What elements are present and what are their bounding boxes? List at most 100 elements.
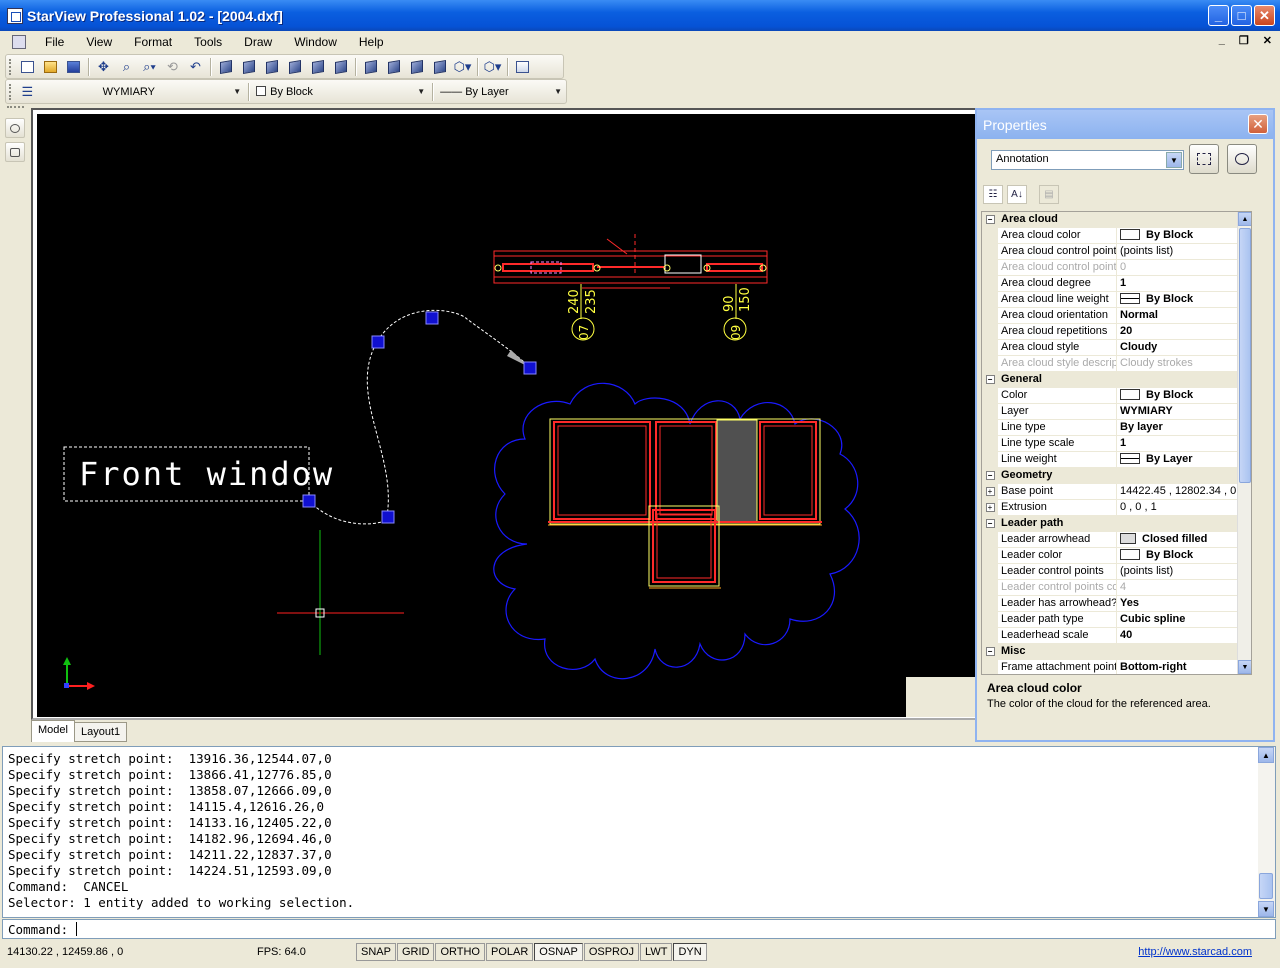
website-link[interactable]: http://www.starcad.com	[1138, 946, 1252, 958]
property-category[interactable]: − Area cloud	[982, 212, 1251, 228]
property-row[interactable]: Leader control points (points list)	[982, 564, 1251, 580]
sort-alphabetical-icon[interactable]: A↓	[1007, 185, 1027, 204]
toggle-osnap[interactable]: OSNAP	[534, 943, 583, 961]
maximize-button[interactable]: □	[1231, 5, 1252, 26]
leader-spline[interactable]	[308, 309, 530, 525]
property-row[interactable]: Area cloud line weight By Block	[982, 292, 1251, 308]
property-value[interactable]: 0 , 0 , 1	[1117, 500, 1251, 515]
property-category[interactable]: − Misc	[982, 644, 1251, 660]
property-value[interactable]: (points list)	[1117, 564, 1251, 579]
toggle-lwt[interactable]: LWT	[640, 943, 673, 961]
property-row[interactable]: Leader has arrowhead? Yes	[982, 596, 1251, 612]
open-folder-icon[interactable]	[40, 57, 61, 77]
save-icon[interactable]	[63, 57, 84, 77]
layer-dropdown[interactable]: WYMIARY ▼	[39, 82, 246, 101]
zoom-previous-icon[interactable]: ⟲	[162, 57, 183, 77]
zoom-dropdown-icon[interactable]: ⌕▾	[139, 57, 160, 77]
app-icon[interactable]	[7, 7, 23, 24]
iso-ne-icon[interactable]	[406, 57, 427, 77]
property-value[interactable]: Bottom-right	[1117, 660, 1251, 674]
menu-format[interactable]: Format	[123, 35, 183, 49]
view-right-icon[interactable]	[284, 57, 305, 77]
annotation-tool-icon[interactable]	[5, 142, 25, 162]
drawing-svg[interactable]: 240 235 07 90 150 09 Front window	[37, 114, 975, 717]
collapse-icon[interactable]: −	[985, 519, 995, 528]
expand-icon[interactable]: +	[985, 503, 995, 512]
menu-window[interactable]: Window	[283, 35, 348, 49]
iso-se-icon[interactable]	[383, 57, 404, 77]
color-dropdown[interactable]: By Block ▼	[252, 82, 429, 101]
properties-toggle-icon[interactable]	[512, 57, 533, 77]
quick-select-button[interactable]	[1227, 144, 1257, 174]
property-row[interactable]: Layer WYMIARY	[982, 404, 1251, 420]
view-front-icon[interactable]	[307, 57, 328, 77]
menu-view[interactable]: View	[75, 35, 123, 49]
linetype-dropdown[interactable]: —— By Layer ▼	[436, 82, 566, 101]
document-icon[interactable]	[12, 35, 26, 49]
property-value[interactable]: Normal	[1117, 308, 1251, 323]
property-value[interactable]: (points list)	[1117, 244, 1251, 259]
toolbar-grip[interactable]	[7, 106, 24, 114]
property-pages-icon[interactable]: ▤	[1039, 185, 1059, 204]
tab-model[interactable]: Model	[31, 720, 75, 742]
tab-layout1[interactable]: Layout1	[73, 722, 128, 742]
toggle-ortho[interactable]: ORTHO	[435, 943, 485, 961]
property-category[interactable]: − Leader path	[982, 516, 1251, 532]
property-value[interactable]: By Block	[1117, 228, 1251, 243]
toolbar-grip[interactable]	[9, 83, 12, 100]
history-scrollbar[interactable]: ▲ ▼	[1258, 747, 1275, 917]
property-row[interactable]: Area cloud repetitions 20	[982, 324, 1251, 340]
regen-icon[interactable]: ↶	[185, 57, 206, 77]
property-value[interactable]: Cubic spline	[1117, 612, 1251, 627]
property-row[interactable]: Leader color By Block	[982, 548, 1251, 564]
pan-icon[interactable]: ✥	[93, 57, 114, 77]
property-row[interactable]: + Extrusion 0 , 0 , 1	[982, 500, 1251, 516]
property-value[interactable]: 20	[1117, 324, 1251, 339]
zoom-window-icon[interactable]: ⌕	[116, 57, 137, 77]
shade-mode-dropdown-icon[interactable]: ⬡▾	[452, 57, 473, 77]
mdi-minimize-button[interactable]: _	[1219, 34, 1225, 47]
expand-icon[interactable]: +	[985, 487, 995, 496]
property-value[interactable]: 14422.45 , 12802.34 , 0	[1117, 484, 1251, 499]
property-value[interactable]: 1	[1117, 436, 1251, 451]
menu-tools[interactable]: Tools	[183, 35, 233, 49]
view-top-icon[interactable]	[215, 57, 236, 77]
collapse-icon[interactable]: −	[985, 647, 995, 656]
view-bottom-icon[interactable]	[238, 57, 259, 77]
property-row[interactable]: Line type By layer	[982, 420, 1251, 436]
property-row[interactable]: Leaderhead scale 40	[982, 628, 1251, 644]
scroll-thumb[interactable]	[1239, 228, 1251, 483]
property-row[interactable]: Area cloud orientation Normal	[982, 308, 1251, 324]
property-row[interactable]: Area cloud control points (points list)	[982, 244, 1251, 260]
new-file-icon[interactable]	[17, 57, 38, 77]
command-line[interactable]: Command:	[2, 919, 1276, 939]
properties-header[interactable]: Properties ✕	[977, 110, 1273, 139]
property-value[interactable]: By layer	[1117, 420, 1251, 435]
property-value[interactable]: By Layer	[1117, 452, 1251, 467]
close-icon[interactable]: ✕	[1248, 114, 1268, 134]
layers-icon[interactable]: ☰	[17, 82, 38, 102]
minimize-button[interactable]: _	[1208, 5, 1229, 26]
cloud-tool-icon[interactable]	[5, 118, 25, 138]
property-row[interactable]: Line weight By Layer	[982, 452, 1251, 468]
close-button[interactable]: ✕	[1254, 5, 1275, 26]
property-grid[interactable]: − Area cloud Area cloud color By Block Area …	[981, 211, 1252, 675]
view-left-icon[interactable]	[261, 57, 282, 77]
render-dropdown-icon[interactable]: ⬡▾	[482, 57, 503, 77]
property-row[interactable]: Frame attachment point Bottom-right	[982, 660, 1251, 674]
property-row[interactable]: Leader path type Cubic spline	[982, 612, 1251, 628]
scroll-down-icon[interactable]: ▼	[1258, 901, 1274, 917]
property-row[interactable]: Line type scale 1	[982, 436, 1251, 452]
scroll-up-icon[interactable]: ▲	[1238, 212, 1251, 226]
toggle-polar[interactable]: POLAR	[486, 943, 534, 961]
scroll-thumb[interactable]	[1259, 873, 1273, 899]
property-category[interactable]: − Geometry	[982, 468, 1251, 484]
collapse-icon[interactable]: −	[985, 471, 995, 480]
menu-help[interactable]: Help	[348, 35, 395, 49]
property-value[interactable]: Cloudy	[1117, 340, 1251, 355]
command-history[interactable]: Specify stretch point: 13916.36,12544.07…	[2, 746, 1276, 918]
property-value[interactable]: WYMIARY	[1117, 404, 1251, 419]
property-row[interactable]: Leader arrowhead Closed filled	[982, 532, 1251, 548]
property-value[interactable]: By Block	[1117, 388, 1251, 403]
object-type-select[interactable]: Annotation ▼	[991, 150, 1184, 170]
